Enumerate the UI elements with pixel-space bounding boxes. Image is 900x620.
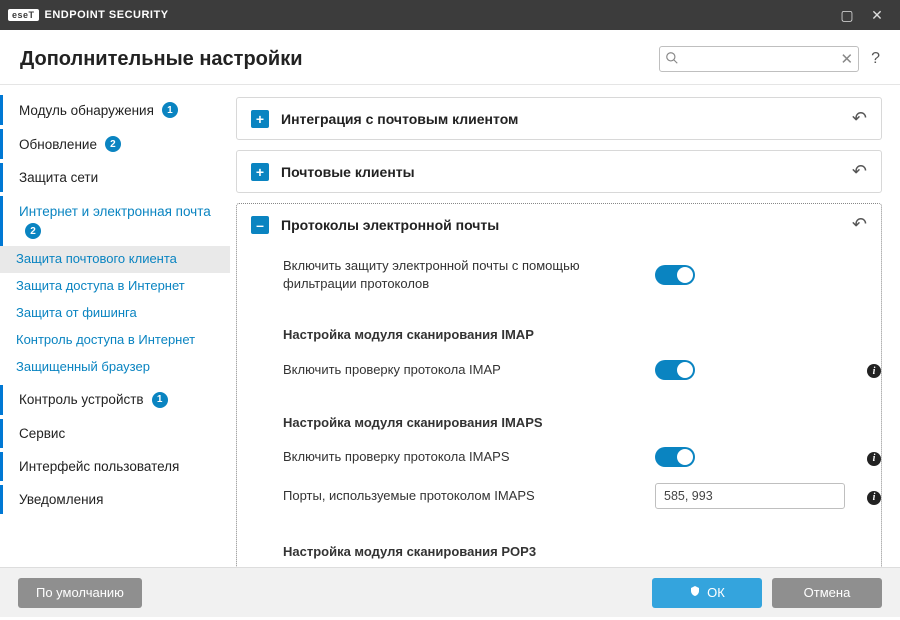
brand: eseT ENDPOINT SECURITY: [8, 9, 169, 21]
page-title: Дополнительные настройки: [20, 48, 303, 71]
defaults-button[interactable]: По умолчанию: [18, 578, 142, 608]
sidebar-item-label: Модуль обнаружения: [19, 103, 154, 118]
panel-title: Интеграция с почтовым клиентом: [281, 111, 840, 127]
search-input[interactable]: [659, 46, 859, 72]
panel-mail-integration: + Интеграция с почтовым клиентом ↶: [236, 97, 882, 140]
sidebar-item-netprotect[interactable]: Защита сети: [0, 163, 230, 192]
clear-search-icon[interactable]: ✕: [841, 50, 854, 68]
revert-icon[interactable]: ↶: [852, 214, 867, 235]
sidebar-sub-email-client[interactable]: Защита почтового клиента: [0, 246, 230, 273]
section-pop3: Настройка модуля сканирования POP3: [283, 535, 867, 567]
setting-label: Включить защиту электронной почты с помо…: [283, 257, 643, 292]
toggle-imaps[interactable]: [655, 447, 695, 467]
search-icon: [665, 51, 679, 68]
revert-icon[interactable]: ↶: [852, 108, 867, 129]
sidebar-item-label: Интернет и электронная почта: [19, 204, 211, 219]
info-icon[interactable]: i: [867, 452, 881, 466]
sidebar-item-notifications[interactable]: Уведомления: [0, 485, 230, 514]
badge: 2: [25, 223, 41, 239]
sidebar-item-label: Обновление: [19, 137, 97, 152]
panel-title: Почтовые клиенты: [281, 164, 840, 180]
badge: 1: [162, 102, 178, 118]
panel-header[interactable]: + Почтовые клиенты ↶: [237, 151, 881, 192]
shield-icon: [689, 585, 701, 600]
panel-header[interactable]: – Протоколы электронной почты ↶: [237, 204, 881, 245]
footer: По умолчанию ОК Отмена: [0, 567, 900, 617]
info-icon[interactable]: i: [867, 364, 881, 378]
cancel-button[interactable]: Отмена: [772, 578, 882, 608]
badge: 1: [152, 392, 168, 408]
section-title: Настройка модуля сканирования IMAP: [283, 326, 643, 344]
sidebar-item-label: Контроль устройств: [19, 392, 144, 407]
sidebar-sub-web-access[interactable]: Защита доступа в Интернет: [0, 273, 230, 300]
expand-icon[interactable]: +: [251, 163, 269, 181]
sidebar-sub-web-control[interactable]: Контроль доступа в Интернет: [0, 327, 230, 354]
panel-header[interactable]: + Интеграция с почтовым клиентом ↶: [237, 98, 881, 139]
collapse-icon[interactable]: –: [251, 216, 269, 234]
sidebar-item-tools[interactable]: Сервис: [0, 419, 230, 448]
section-imap: Настройка модуля сканирования IMAP: [283, 318, 867, 352]
ok-button[interactable]: ОК: [652, 578, 762, 608]
sidebar-item-detection[interactable]: Модуль обнаружения 1: [0, 95, 230, 125]
sidebar-item-ui[interactable]: Интерфейс пользователя: [0, 452, 230, 481]
panel-email-protocols: – Протоколы электронной почты ↶ Включить…: [236, 203, 882, 567]
panel-mail-clients: + Почтовые клиенты ↶: [236, 150, 882, 193]
panel-body: Включить защиту электронной почты с помо…: [237, 245, 881, 567]
sidebar-item-update[interactable]: Обновление 2: [0, 129, 230, 159]
brand-text: ENDPOINT SECURITY: [45, 9, 169, 21]
sidebar-item-internet-email[interactable]: Интернет и электронная почта 2: [0, 196, 230, 246]
setting-label: Включить проверку протокола IMAP: [283, 361, 643, 379]
sidebar-item-label: Интерфейс пользователя: [19, 459, 179, 474]
help-icon[interactable]: ?: [871, 50, 880, 68]
sidebar-item-label: Уведомления: [19, 492, 103, 507]
panel-title: Протоколы электронной почты: [281, 217, 840, 233]
setting-label: Включить проверку протокола IMAPS: [283, 448, 643, 466]
setting-row-imaps-ports: Порты, используемые протоколом IMAPS i: [283, 475, 867, 517]
setting-row-imaps-check: Включить проверку протокола IMAPS i: [283, 439, 867, 475]
sidebar-item-device-control[interactable]: Контроль устройств 1: [0, 385, 230, 415]
sidebar-sub-antiphishing[interactable]: Защита от фишинга: [0, 300, 230, 327]
section-imaps: Настройка модуля сканирования IMAPS: [283, 406, 867, 440]
ok-label: ОК: [707, 585, 725, 600]
window-maximize-icon[interactable]: ▢: [832, 0, 862, 30]
setting-row-imap-check: Включить проверку протокола IMAP i: [283, 352, 867, 388]
setting-label: Порты, используемые протоколом IMAPS: [283, 487, 643, 505]
info-icon[interactable]: i: [867, 491, 881, 505]
section-title: Настройка модуля сканирования POP3: [283, 543, 643, 561]
input-imaps-ports[interactable]: [655, 483, 845, 509]
section-title: Настройка модуля сканирования IMAPS: [283, 414, 643, 432]
sidebar: Модуль обнаружения 1 Обновление 2 Защита…: [0, 85, 230, 567]
badge: 2: [105, 136, 121, 152]
titlebar: eseT ENDPOINT SECURITY ▢ ✕: [0, 0, 900, 30]
window-close-icon[interactable]: ✕: [862, 0, 892, 30]
toggle-imap[interactable]: [655, 360, 695, 380]
toggle-enable-filter[interactable]: [655, 265, 695, 285]
sidebar-sub-secure-browser[interactable]: Защищенный браузер: [0, 354, 230, 381]
header: Дополнительные настройки ✕ ?: [0, 30, 900, 85]
content-area: + Интеграция с почтовым клиентом ↶ + Поч…: [230, 85, 900, 567]
setting-row-enable-filter: Включить защиту электронной почты с помо…: [283, 249, 867, 300]
revert-icon[interactable]: ↶: [852, 161, 867, 182]
brand-logo: eseT: [8, 9, 39, 21]
expand-icon[interactable]: +: [251, 110, 269, 128]
search-field[interactable]: ✕: [659, 46, 859, 72]
sidebar-item-label: Сервис: [19, 426, 65, 441]
sidebar-item-label: Защита сети: [19, 170, 98, 185]
